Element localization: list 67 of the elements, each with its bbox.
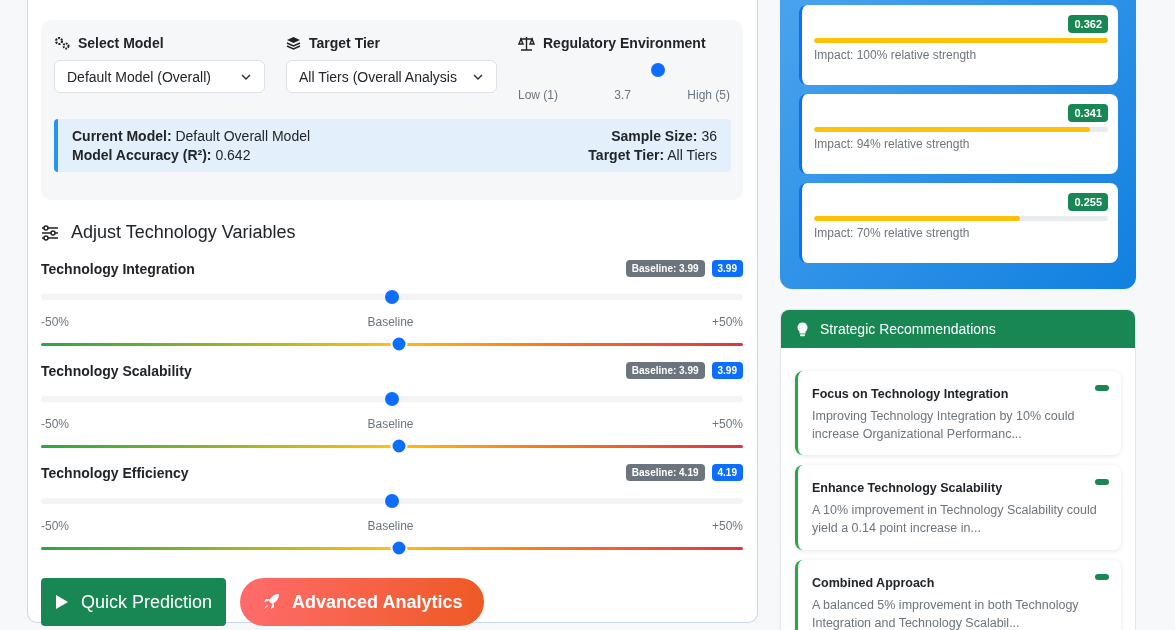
- coefficient-badge: 0.255: [1068, 193, 1108, 211]
- slider[interactable]: [41, 288, 743, 306]
- recommendation-title: Enhance Technology Scalability: [812, 481, 1003, 496]
- layers-icon: [286, 36, 301, 50]
- scale-label: +50%: [711, 315, 743, 329]
- field-label: Target Tier: [309, 35, 381, 51]
- baseline-badge: Baseline: 3.99: [625, 362, 705, 379]
- scale-label: Baseline: [367, 519, 414, 533]
- slider-thumb[interactable]: [650, 63, 665, 77]
- priority-badge: [1095, 385, 1109, 391]
- scale-icon: [518, 35, 535, 51]
- section-title: Adjust Technology Variables: [71, 222, 296, 243]
- slider[interactable]: [41, 492, 743, 510]
- variable-name: Technology Scalability: [41, 362, 192, 379]
- scale-label: Baseline: [367, 315, 414, 329]
- slider[interactable]: [41, 390, 743, 408]
- gradient-slider[interactable]: [41, 539, 743, 557]
- value-badge: 3.99: [711, 260, 743, 277]
- info-text: Current Model: Default Overall Model: [72, 128, 311, 144]
- value-badge: 4.19: [711, 464, 743, 481]
- gears-icon: [54, 36, 70, 50]
- impact-text: Impact: 100% relative strength: [814, 48, 978, 62]
- impact-text: Impact: 70% relative strength: [814, 226, 971, 240]
- field-label: Select Model: [78, 35, 164, 51]
- recommendation-title: Combined Approach: [812, 575, 935, 590]
- rocket-icon: [262, 593, 281, 611]
- recommendation-text: A balanced 5% improvement in both Technology Integration and Technology Scalabil...: [812, 596, 1080, 630]
- recommendation-text: A 10% improvement in Technology Scalability could yield a 0.14 point increase in...: [812, 502, 1098, 538]
- tier-select[interactable]: All Tiers (Overall Analysis: [286, 60, 497, 93]
- info-text: Target Tier: All Tiers: [588, 147, 717, 163]
- scale-label: +50%: [711, 519, 743, 533]
- scale-label: +50%: [711, 417, 743, 431]
- scale-label: Low (1): [518, 88, 558, 102]
- slider-thumb[interactable]: [385, 494, 399, 508]
- scale-label: -50%: [41, 315, 69, 329]
- scale-label: Baseline: [367, 417, 414, 431]
- impact-text: Impact: 94% relative strength: [814, 137, 971, 151]
- coefficient-badge: 0.362: [1068, 15, 1108, 33]
- variable-name: Technology Integration: [41, 260, 195, 277]
- priority-badge: [1095, 479, 1109, 486]
- lightbulb-icon: [797, 321, 808, 337]
- scale-label: -50%: [41, 417, 69, 431]
- baseline-badge: Baseline: 3.99: [625, 260, 705, 277]
- baseline-badge: Baseline: 4.19: [625, 464, 705, 481]
- variable-name: Technology Efficiency: [41, 464, 189, 481]
- recommendation-text: Improving Technology Integration by 10% could increase Organizational Performanc...: [812, 408, 1076, 444]
- chevron-icon: [240, 72, 252, 81]
- gradient-slider[interactable]: [41, 437, 743, 455]
- scale-label: -50%: [41, 519, 69, 533]
- slider-thumb[interactable]: [385, 290, 399, 304]
- info-text: Model Accuracy (R²): 0.642: [72, 147, 252, 163]
- slider-value: 3.7: [614, 88, 631, 102]
- slider-thumb[interactable]: [385, 392, 399, 406]
- gradient-slider[interactable]: [41, 335, 743, 353]
- priority-badge: [1095, 573, 1109, 580]
- field-label: Regulatory Environment: [543, 35, 706, 51]
- quick-prediction-button[interactable]: Quick Prediction: [41, 578, 227, 626]
- model-select[interactable]: Default Model (Overall): [54, 60, 265, 93]
- chevron-icon: [472, 72, 484, 81]
- coefficient-badge: 0.341: [1068, 104, 1108, 122]
- recommendation-title: Focus on Technology Integration: [812, 387, 1009, 401]
- play-icon: [55, 594, 69, 610]
- value-badge: 3.99: [711, 362, 743, 379]
- scale-label: High (5): [687, 88, 730, 102]
- card-title: Strategic Recommendations: [820, 321, 996, 337]
- info-text: Sample Size: 36: [611, 128, 717, 144]
- sliders-icon: [41, 224, 59, 241]
